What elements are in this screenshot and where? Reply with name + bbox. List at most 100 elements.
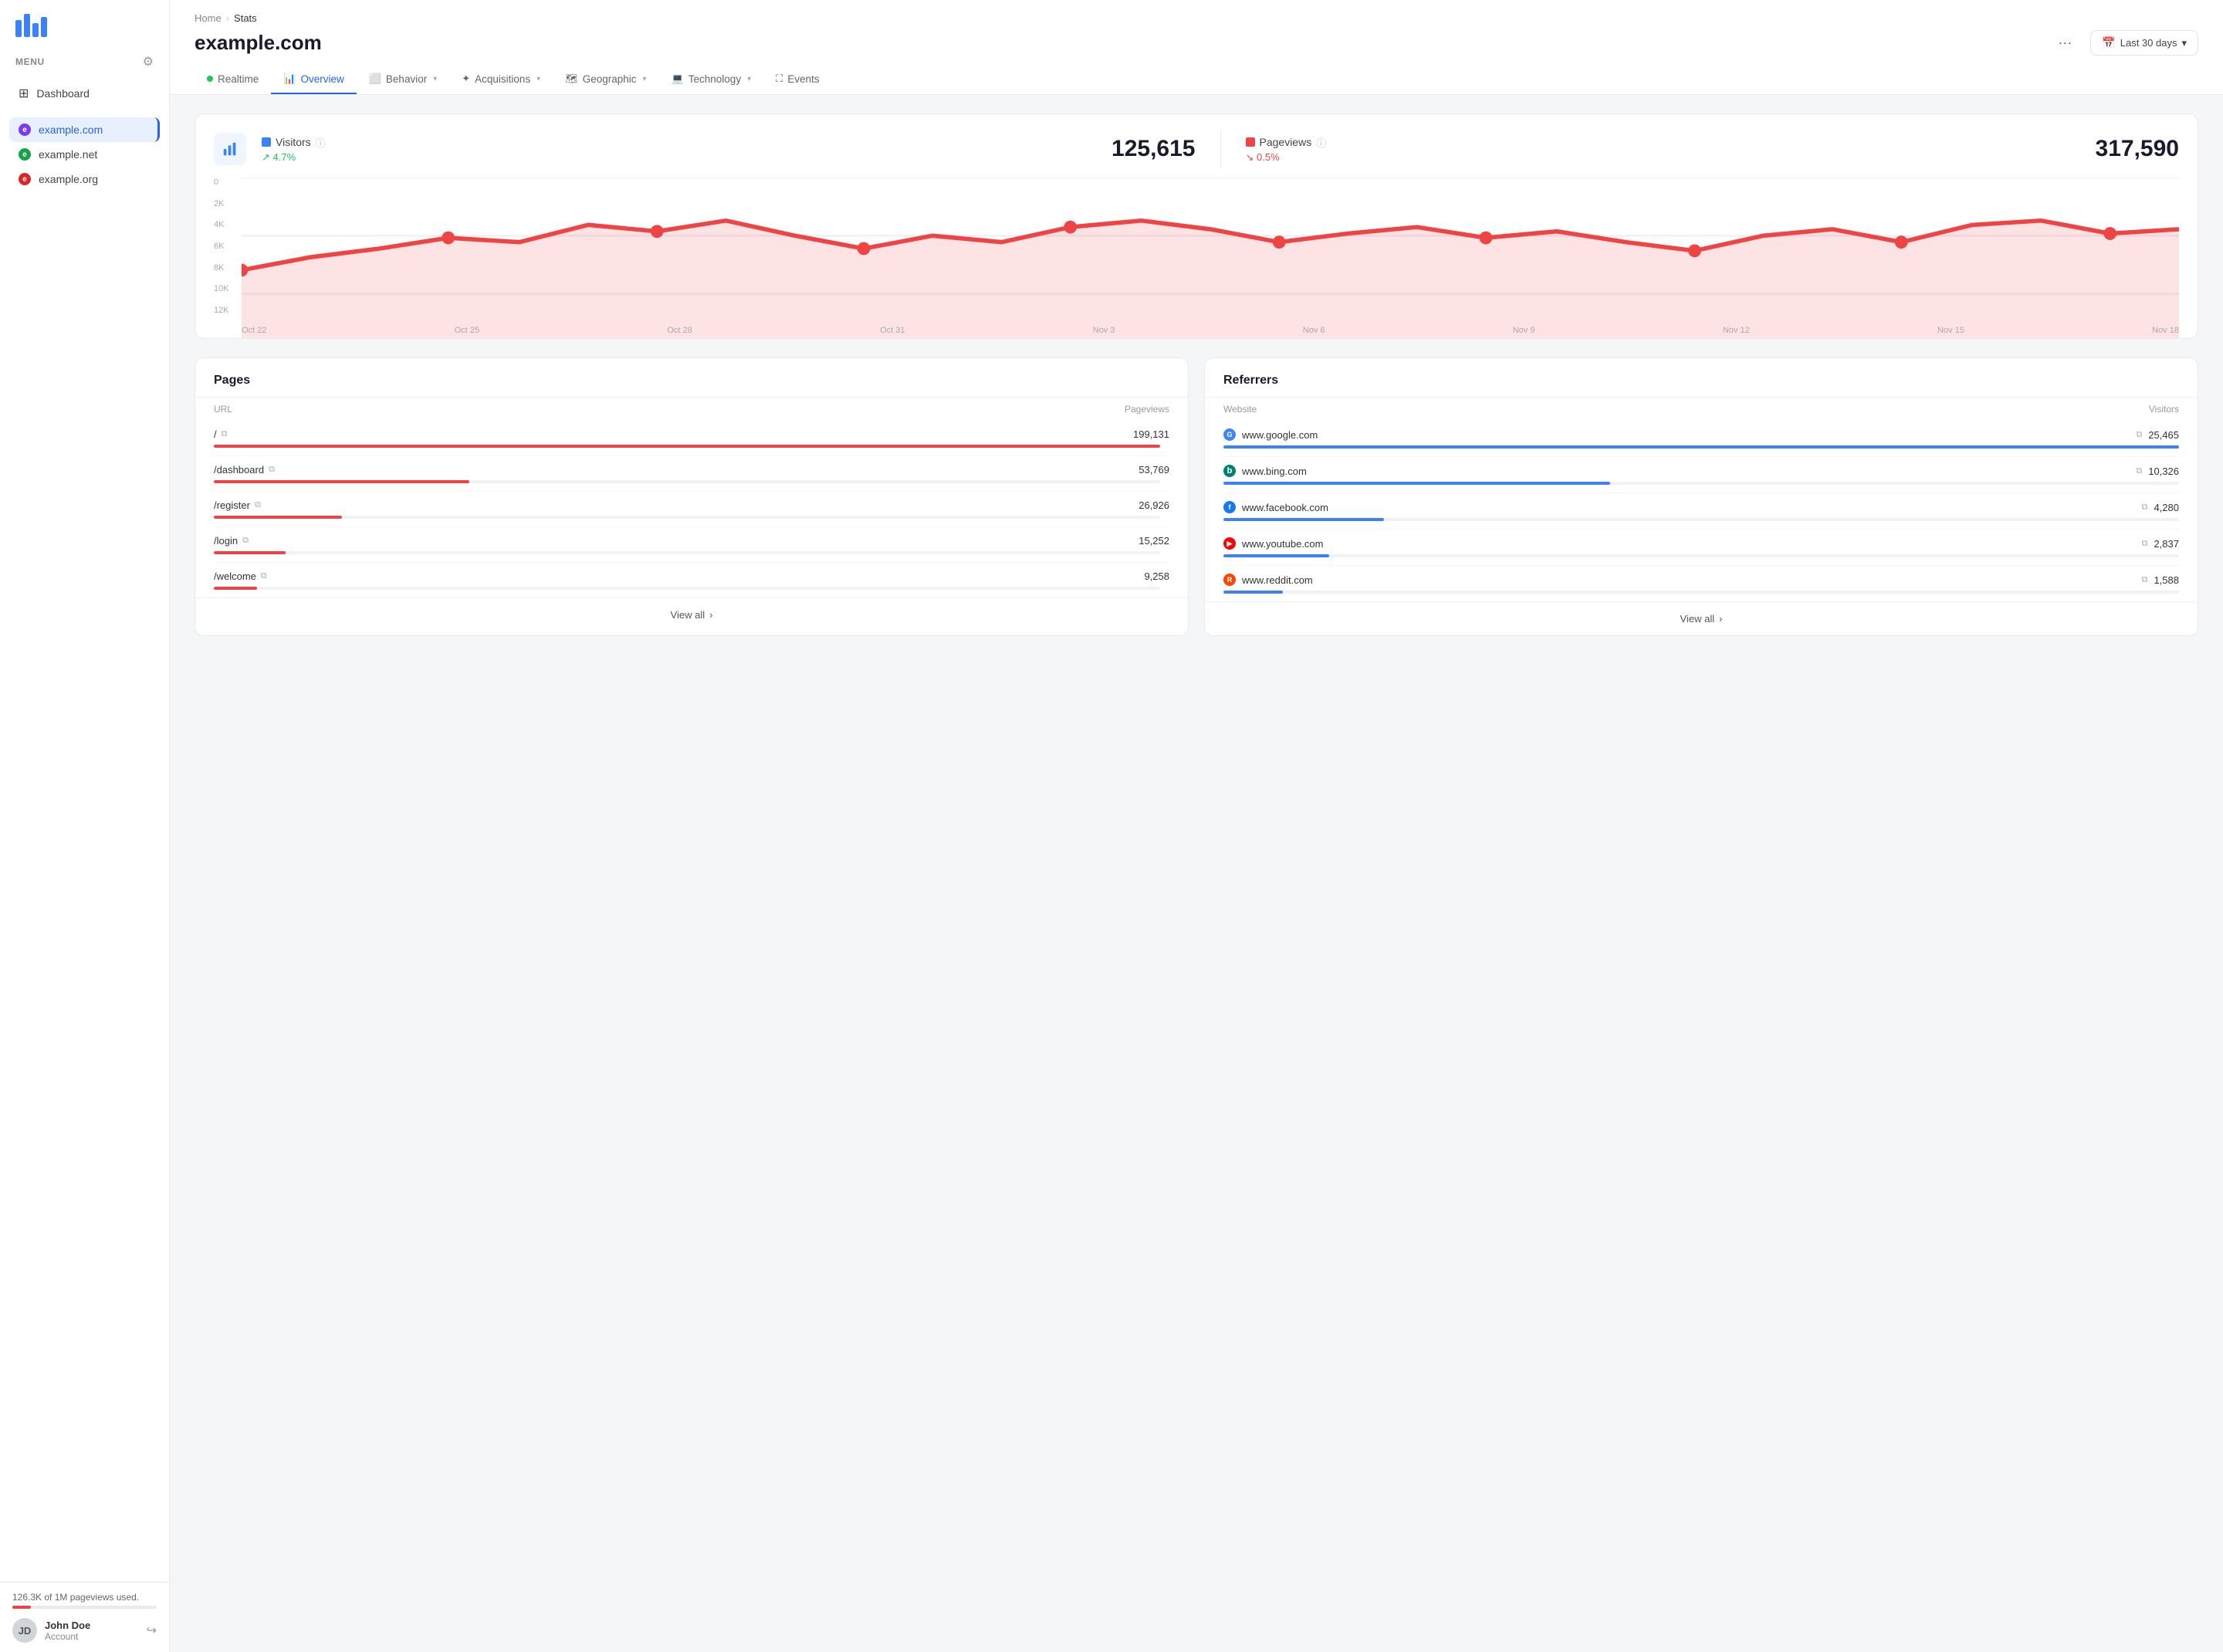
ref-name-facebook: www.facebook.com: [1242, 502, 2136, 513]
referrers-col-visitors: Visitors: [2149, 404, 2179, 415]
pages-view-all-button[interactable]: View all ›: [671, 609, 713, 621]
tab-technology[interactable]: 💻 Technology ▾: [659, 65, 764, 94]
referrers-view-all-button[interactable]: View all ›: [1680, 613, 1723, 625]
favicon-example-com: e: [19, 124, 31, 136]
pages-panel-header: Pages: [195, 358, 1188, 398]
geographic-chevron: ▾: [643, 75, 647, 83]
pageviews-value: 317,590: [2096, 136, 2179, 162]
logo: [0, 0, 169, 45]
tab-acquisitions[interactable]: ✦ Acquisitions ▾: [449, 65, 553, 94]
ref-bar-fill-google: [1223, 445, 2179, 449]
settings-icon[interactable]: ⚙: [143, 54, 154, 69]
sidebar: MENU ⚙ ⊞ Dashboard e example.com e examp…: [0, 0, 170, 1652]
page-path-root: /: [214, 428, 217, 440]
ref-bar-google: [1223, 445, 2179, 449]
calendar-icon: 📅: [2102, 36, 2115, 49]
realtime-dot: [207, 76, 213, 82]
tab-events[interactable]: ⛶ Events: [763, 65, 831, 94]
visitors-dot: [262, 137, 271, 147]
ref-site-bing: b www.bing.com ⧉ 10,326: [1223, 465, 2179, 477]
visitors-label-text: Visitors: [276, 136, 311, 148]
date-range-button[interactable]: 📅 Last 30 days ▾: [2090, 30, 2198, 56]
x-label-nov12: Nov 12: [1723, 326, 1750, 335]
stats-divider: [1220, 130, 1221, 168]
pageviews-label-area: Pageviews ⓘ ↘ 0.5%: [1246, 135, 1327, 164]
logout-icon[interactable]: ↪: [147, 1623, 157, 1638]
user-row: JD John Doe Account ↪: [12, 1615, 157, 1643]
breadcrumb-home[interactable]: Home: [195, 12, 222, 24]
pages-view-all-arrow: ›: [709, 609, 712, 621]
pageviews-info-icon[interactable]: ⓘ: [1316, 135, 1326, 150]
ref-name-google: www.google.com: [1242, 429, 2130, 441]
ext-link-icon-login[interactable]: ⧉: [242, 536, 249, 546]
pages-col-headers: URL Pageviews: [195, 398, 1188, 421]
behavior-icon: ⬜: [369, 73, 381, 85]
ext-link-icon-dashboard[interactable]: ⧉: [269, 465, 275, 475]
visitors-info-icon[interactable]: ⓘ: [316, 135, 326, 150]
overview-icon: 📊: [283, 73, 296, 85]
chart-y-labels: 12K 10K 8K 6K 4K 2K 0: [214, 178, 229, 315]
referrers-panel-header: Referrers: [1205, 358, 2198, 398]
tab-geographic[interactable]: 🗺 Geographic ▾: [553, 65, 658, 94]
ext-link-bing[interactable]: ⧉: [2136, 466, 2142, 476]
tab-overview-label: Overview: [300, 73, 343, 85]
page-bar-fill-dashboard: [214, 480, 469, 483]
ext-link-icon-register[interactable]: ⧉: [255, 500, 261, 510]
pageviews-dot: [1246, 137, 1255, 147]
site-label-example-net: example.net: [39, 148, 97, 161]
page-bar-welcome: [214, 587, 1160, 590]
sidebar-item-dashboard[interactable]: ⊞ Dashboard: [9, 79, 160, 108]
chart-x-labels: Oct 22 Oct 25 Oct 28 Oct 31 Nov 3 Nov 6 …: [242, 326, 2179, 335]
sidebar-item-example-com[interactable]: e example.com: [9, 117, 160, 142]
ext-link-icon-welcome[interactable]: ⧉: [261, 571, 267, 581]
referrers-panel-footer: View all ›: [1205, 601, 2198, 635]
site-label-example-org: example.org: [39, 173, 98, 185]
logo-bar-1: [15, 20, 22, 37]
y-label-12k: 12K: [214, 306, 229, 315]
ref-value-reddit: 1,588: [2154, 574, 2179, 586]
menu-label: MENU: [15, 56, 45, 67]
ref-site-youtube: ▶ www.youtube.com ⧉ 2,837: [1223, 537, 2179, 550]
tab-behavior[interactable]: ⬜ Behavior ▾: [357, 65, 450, 94]
technology-icon: 💻: [672, 73, 684, 85]
ref-bar-fill-bing: [1223, 482, 1610, 485]
ref-name-youtube: www.youtube.com: [1242, 538, 2136, 550]
page-value-dashboard: 53,769: [1139, 464, 1169, 476]
usage-bar-bg: [12, 1606, 157, 1609]
favicon-example-org: e: [19, 173, 31, 185]
breadcrumb-current: Stats: [234, 12, 257, 24]
tab-realtime[interactable]: Realtime: [195, 66, 271, 94]
referrers-col-headers: Website Visitors: [1205, 398, 2198, 421]
tab-geographic-label: Geographic: [583, 73, 637, 85]
ref-favicon-facebook: f: [1223, 501, 1236, 513]
y-label-2k: 2K: [214, 199, 229, 208]
ext-link-facebook[interactable]: ⧉: [2142, 503, 2148, 513]
user-role: Account: [45, 1631, 139, 1642]
page-value-welcome: 9,258: [1144, 570, 1169, 582]
more-button[interactable]: ···: [2052, 32, 2078, 54]
tab-overview[interactable]: 📊 Overview: [271, 65, 356, 94]
page-url-login: /login ⧉ 15,252: [214, 535, 1169, 547]
ref-favicon-bing: b: [1223, 465, 1236, 477]
ref-row-reddit: R www.reddit.com ⧉ 1,588: [1223, 566, 2179, 601]
chevron-down-icon: ▾: [2181, 37, 2187, 49]
ext-link-google[interactable]: ⧉: [2136, 430, 2142, 440]
x-label-nov6: Nov 6: [1303, 326, 1325, 335]
ref-site-facebook: f www.facebook.com ⧉ 4,280: [1223, 501, 2179, 513]
panels-row: Pages URL Pageviews / ⧉ 199,131: [195, 357, 2198, 636]
logo-bar-4: [41, 17, 47, 37]
ref-bar-facebook: [1223, 518, 2179, 521]
sidebar-item-example-net[interactable]: e example.net: [9, 142, 160, 167]
visitors-stat-group: Visitors ⓘ ↗ 4.7% 125,615: [262, 135, 1196, 164]
page-bar-fill-register: [214, 516, 342, 519]
date-range-label: Last 30 days: [2120, 37, 2177, 49]
sidebar-item-example-org[interactable]: e example.org: [9, 167, 160, 191]
pages-view-all-label: View all: [671, 609, 705, 621]
referrers-view-all-arrow: ›: [1719, 613, 1722, 625]
ext-link-youtube[interactable]: ⧉: [2142, 539, 2148, 549]
ext-link-icon-root[interactable]: ⧉: [222, 429, 228, 439]
ext-link-reddit[interactable]: ⧉: [2142, 575, 2148, 585]
ref-bar-fill-facebook: [1223, 518, 1384, 521]
page-row-welcome: /welcome ⧉ 9,258: [214, 563, 1169, 597]
page-value-login: 15,252: [1139, 535, 1169, 547]
